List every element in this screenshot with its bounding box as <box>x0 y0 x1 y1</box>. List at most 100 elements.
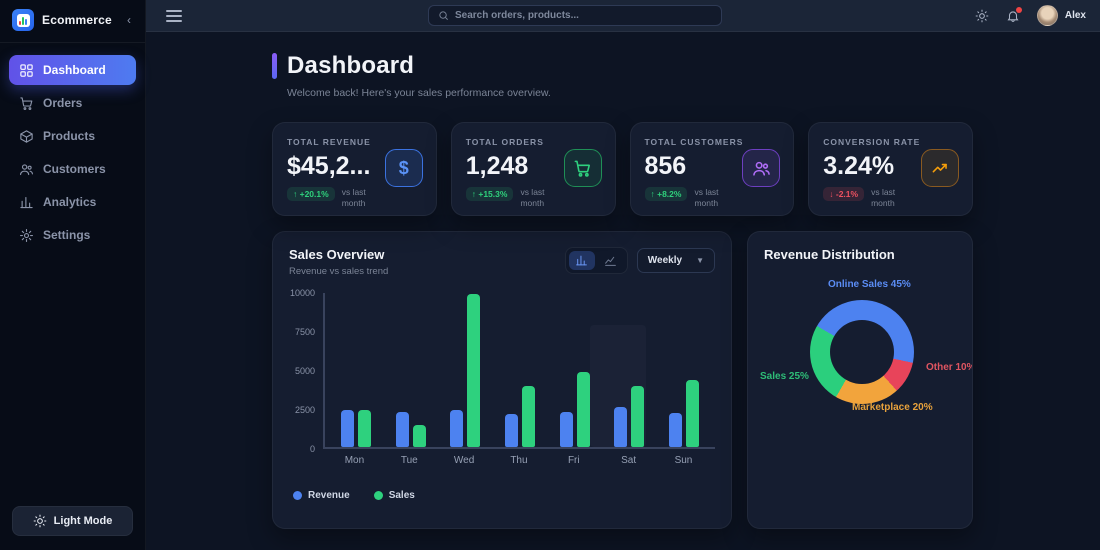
avatar <box>1036 5 1058 26</box>
user-menu[interactable]: Alex <box>1036 5 1086 26</box>
sidebar-item-analytics[interactable]: Analytics <box>9 187 136 217</box>
donut-hole <box>830 320 894 384</box>
stat-label: TOTAL ORDERS <box>465 137 544 147</box>
chart-icon <box>19 195 34 210</box>
bar-sales-sun[interactable] <box>685 380 699 447</box>
sales-overview-card: Sales Overview Revenue vs sales trend We… <box>272 231 732 529</box>
donut-card-title: Revenue Distribution <box>764 247 895 262</box>
stat-change-badge: ↑ +8.2% <box>644 187 688 201</box>
stat-card-total-customers: TOTAL CUSTOMERS 856 ↑ +8.2% vs last month <box>629 122 795 216</box>
bar-revenue-wed[interactable] <box>450 410 464 447</box>
y-tick: 2500 <box>294 405 315 415</box>
donut-label-sales: Sales 25% <box>760 371 809 382</box>
period-select[interactable]: Weekly ▼ <box>636 248 715 273</box>
stat-note: vs last month <box>341 187 366 209</box>
y-axis: 0 2500 5000 7500 10000 <box>289 288 323 454</box>
line-chart-icon[interactable] <box>598 251 624 270</box>
bar-revenue-sun[interactable] <box>668 413 682 447</box>
donut-chart[interactable] <box>810 300 914 404</box>
sidebar: Ecommerce ‹ Dashboard Orders Products Custo… <box>0 0 146 550</box>
menu-icon[interactable] <box>166 9 182 22</box>
search-icon <box>439 11 448 20</box>
box-icon <box>19 129 34 144</box>
donut-label-other: Other 10% <box>926 362 973 373</box>
y-tick: 7500 <box>294 327 315 337</box>
bar-group-fri[interactable] <box>559 372 590 447</box>
y-tick: 0 <box>309 444 315 454</box>
legend-dot <box>373 491 383 500</box>
sidebar-item-label: Analytics <box>43 195 97 209</box>
legend-dot <box>293 491 302 500</box>
app-logo-icon <box>12 9 34 31</box>
bar-revenue-tue[interactable] <box>395 412 409 447</box>
bar-sales-wed[interactable] <box>467 294 481 447</box>
chevron-down-icon: ▼ <box>696 256 704 265</box>
stat-label: TOTAL REVENUE <box>287 137 371 147</box>
x-tick: Thu <box>510 455 528 466</box>
main-content: Dashboard Welcome back! Here's your sale… <box>146 32 1100 550</box>
sidebar-item-dashboard[interactable]: Dashboard <box>9 55 136 85</box>
x-tick: Sat <box>621 455 637 466</box>
bar-revenue-mon[interactable] <box>341 410 355 447</box>
theme-toggle-icon[interactable] <box>975 9 989 23</box>
bar-chart: 0 2500 5000 7500 10000 <box>289 288 715 454</box>
sidebar-collapse-icon[interactable]: ‹ <box>127 13 133 27</box>
bar-group-mon[interactable] <box>341 410 372 447</box>
sidebar-item-customers[interactable]: Customers <box>9 154 136 184</box>
bar-group-tue[interactable] <box>395 412 426 447</box>
gear-icon <box>19 228 34 243</box>
stat-value: $45,2... <box>287 152 371 180</box>
page-subtitle: Welcome back! Here's your sales performa… <box>287 87 551 99</box>
title-accent-bar <box>272 53 277 79</box>
x-tick: Tue <box>400 455 418 466</box>
bar-group-sun[interactable] <box>668 380 699 447</box>
light-mode-label: Light Mode <box>53 515 113 527</box>
sidebar-item-products[interactable]: Products <box>9 121 136 151</box>
bar-revenue-thu[interactable] <box>504 414 518 447</box>
stat-note: vs last month <box>871 187 896 209</box>
x-tick: Mon <box>344 455 365 466</box>
stat-label: CONVERSION RATE <box>823 137 921 147</box>
bar-group-thu[interactable] <box>504 386 535 447</box>
notifications-bell-icon[interactable] <box>1006 6 1022 23</box>
bar-sales-sat[interactable] <box>631 386 645 447</box>
chart-type-toggle <box>564 247 628 274</box>
sidebar-item-settings[interactable]: Settings <box>9 220 136 250</box>
sidebar-item-label: Customers <box>43 162 106 176</box>
stat-card-total-revenue: TOTAL REVENUE $45,2... ↑ +20.1% vs last mon… <box>272 122 437 216</box>
sales-card-title: Sales Overview <box>289 247 385 262</box>
y-tick: 10000 <box>289 288 315 298</box>
legend-item-revenue[interactable]: Revenue <box>293 490 350 501</box>
stats-row: TOTAL REVENUE $45,2... ↑ +20.1% vs last mon… <box>272 122 973 216</box>
topbar: Alex <box>146 0 1100 32</box>
plot-area <box>323 293 715 449</box>
bar-sales-thu[interactable] <box>521 386 535 447</box>
bar-sales-fri[interactable] <box>576 372 590 447</box>
stat-label: TOTAL CUSTOMERS <box>644 137 744 147</box>
bar-sales-mon[interactable] <box>358 410 372 447</box>
search-input[interactable] <box>455 10 712 21</box>
bar-chart-icon[interactable] <box>568 251 595 270</box>
chart-legend: Revenue Sales <box>293 490 715 501</box>
search-box[interactable] <box>428 5 722 26</box>
legend-label: Sales <box>388 490 415 501</box>
sidebar-nav: Dashboard Orders Products Customers Analytic… <box>0 55 145 250</box>
light-mode-button[interactable]: Light Mode <box>12 506 133 536</box>
bar-revenue-fri[interactable] <box>559 412 573 447</box>
bar-group-wed[interactable] <box>450 294 481 447</box>
sidebar-item-orders[interactable]: Orders <box>9 88 136 118</box>
stat-card-total-orders: TOTAL ORDERS 1,248 ↑ +15.3% vs last month <box>450 122 616 216</box>
dollar-icon: $ <box>384 149 423 187</box>
y-tick: 5000 <box>294 366 315 376</box>
stat-value: 1,248 <box>465 152 529 180</box>
users-icon <box>19 162 34 177</box>
stat-note: vs last month <box>520 187 545 209</box>
bar-revenue-sat[interactable] <box>614 407 628 447</box>
bar-sales-tue[interactable] <box>412 425 426 447</box>
x-tick: Fri <box>567 455 580 466</box>
divider <box>0 42 145 43</box>
period-select-value: Weekly <box>647 255 683 266</box>
bar-group-sat[interactable] <box>614 386 645 447</box>
legend-item-sales[interactable]: Sales <box>373 490 415 501</box>
users-icon <box>742 149 781 187</box>
